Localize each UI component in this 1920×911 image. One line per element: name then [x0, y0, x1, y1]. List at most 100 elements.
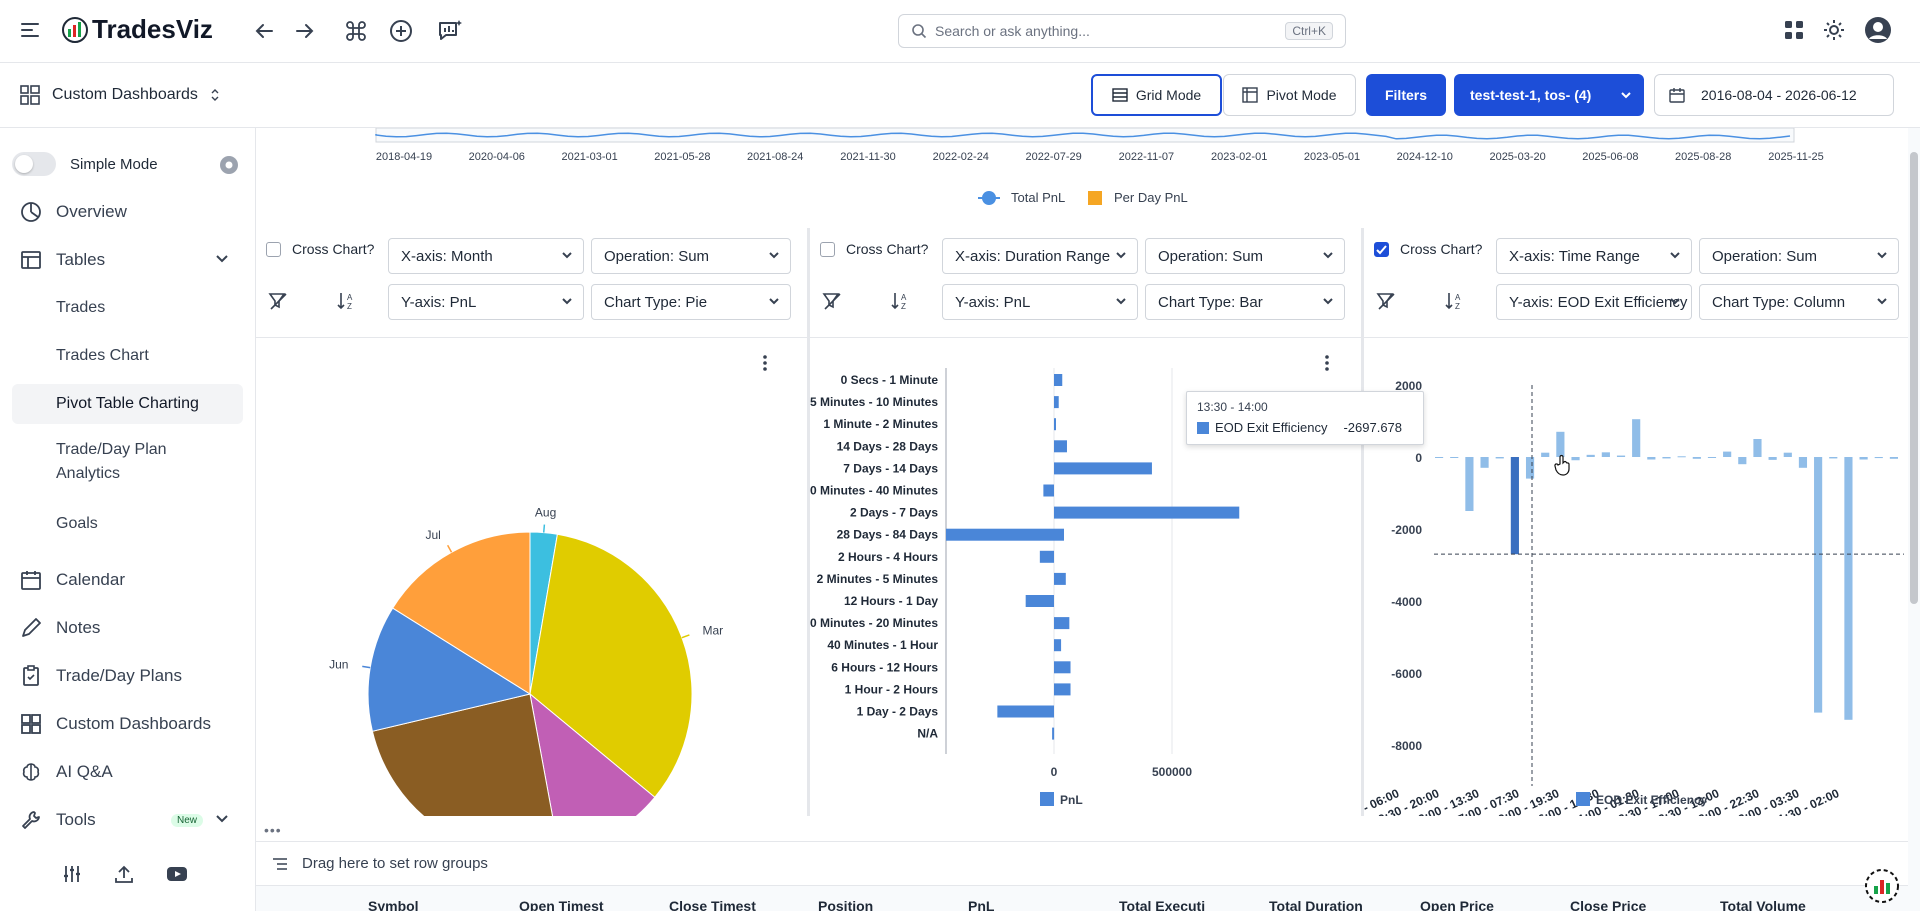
user-avatar-icon[interactable]	[1864, 16, 1892, 44]
sidebar-item-ai-qa[interactable]: AI Q&A	[12, 752, 243, 792]
scrollbar-thumb[interactable]	[1910, 152, 1918, 604]
legend-swatch	[1040, 792, 1054, 806]
tooltip-value: -2697.678	[1343, 420, 1403, 435]
grid-mode-label: Grid Mode	[1135, 87, 1202, 103]
sidebar-item-goals[interactable]: Goals	[12, 504, 243, 544]
column-header[interactable]: Close Price	[1570, 898, 1646, 911]
clipboard-icon	[23, 665, 39, 686]
sidebar-item-tables[interactable]: Tables	[12, 240, 243, 280]
ai-chat-icon[interactable]	[437, 19, 463, 43]
menu-icon[interactable]	[20, 20, 40, 40]
timeline-tick-label: 2021-03-01	[561, 151, 617, 163]
account-label: test-test-1, tos- (4)	[1470, 87, 1592, 103]
scrollbar-track[interactable]	[1908, 128, 1920, 911]
column-bar	[1859, 457, 1868, 460]
pivot-mode-button[interactable]: Pivot Mode	[1223, 74, 1356, 116]
youtube-icon[interactable]	[166, 864, 188, 884]
legend-perday-label: Per Day PnL	[1114, 190, 1188, 205]
upload-icon[interactable]	[114, 864, 134, 884]
column-header[interactable]: Total Executi	[1119, 898, 1205, 911]
timeline-tick-label: 2023-02-01	[1211, 151, 1267, 163]
legend-total-label: Total PnL	[1011, 190, 1065, 205]
dashboard-selector[interactable]: Custom Dashboards	[20, 85, 220, 105]
bar-category-label: 6 Hours - 12 Hours	[831, 660, 938, 674]
column-header[interactable]: Open Timest	[519, 898, 604, 911]
bar-category-label: 1 Hour - 2 Hours	[845, 682, 939, 696]
simple-mode-toggle[interactable]	[12, 152, 56, 176]
bar	[1054, 683, 1071, 696]
column-header[interactable]: Close Timest	[669, 898, 756, 911]
column-bar	[1495, 457, 1504, 459]
bar	[1043, 484, 1054, 497]
add-circle-icon[interactable]	[389, 19, 413, 43]
bar	[1054, 462, 1152, 475]
sidebar-item-calendar[interactable]: Calendar	[12, 560, 243, 600]
column-bar	[1450, 457, 1459, 458]
navigator-frame	[375, 128, 1795, 143]
column-bar	[1723, 451, 1732, 457]
sidebar-item-custom-dashboards[interactable]: Custom Dashboards	[12, 704, 243, 744]
column-bar	[1783, 452, 1792, 457]
sidebar-item-notes[interactable]: Notes	[12, 608, 243, 648]
sidebar-item-label: Trades Chart	[56, 347, 149, 364]
column-header[interactable]: Open Price	[1420, 898, 1494, 911]
sidebar-item-trades-chart[interactable]: Trades Chart	[12, 336, 243, 376]
grid-mode-button[interactable]: Grid Mode	[1091, 74, 1222, 116]
row-groups-dropzone[interactable]: Drag here to set row groups	[256, 841, 1920, 886]
sidebar-item-label: Custom Dashboards	[56, 714, 211, 733]
sidebar-item-tools[interactable]: Tools New	[12, 800, 243, 840]
column-header[interactable]: Symbol	[368, 898, 419, 911]
sidebar-item-trade-day-plan-analytics[interactable]: Trade/Day Plan Analytics	[12, 434, 232, 490]
bar-category-label: 14 Days - 28 Days	[837, 439, 939, 453]
account-selector[interactable]: test-test-1, tos- (4)	[1454, 74, 1644, 116]
resize-handle-dots[interactable]: •••	[264, 822, 282, 838]
settings-gear-icon[interactable]	[218, 154, 240, 176]
app-logo[interactable]: TradesViz	[62, 14, 213, 45]
sidebar-item-label: Pivot Table Charting	[56, 395, 199, 412]
sidebar: Simple Mode Overview Tables Trades Trade…	[0, 128, 256, 911]
column-bar	[1601, 452, 1610, 457]
column-header[interactable]: Total Duration	[1269, 898, 1363, 911]
column-bar	[1844, 457, 1853, 720]
apps-grid-icon[interactable]	[1783, 19, 1805, 41]
pivot-panel-2: Cross Chart? X-axis: Duration Range Oper…	[810, 228, 1364, 816]
bar	[1054, 440, 1067, 453]
bar	[946, 528, 1064, 541]
tooltip-title: 13:30 - 14:00	[1197, 400, 1268, 414]
forward-arrow-icon[interactable]	[293, 19, 317, 43]
date-range-picker[interactable]: 2016-08-04 - 2026-06-12	[1654, 74, 1894, 116]
logo-icon	[62, 16, 88, 43]
bar-category-label: N/A	[917, 727, 938, 741]
sidebar-item-overview[interactable]: Overview	[12, 192, 243, 232]
bar	[1054, 639, 1062, 652]
pie-label-connector	[362, 665, 371, 669]
bar	[1025, 595, 1054, 607]
sidebar-item-label: Tools	[56, 810, 96, 829]
dashboard-label: Custom Dashboards	[52, 86, 198, 103]
table-icon	[21, 251, 41, 269]
legend-swatch	[1576, 792, 1590, 806]
filters-button[interactable]: Filters	[1366, 74, 1446, 116]
column-header[interactable]: PnL	[968, 898, 994, 911]
sidebar-item-label: AI Q&A	[56, 762, 113, 781]
column-header[interactable]: Position	[818, 898, 873, 911]
sidebar-item-pivot-table-charting[interactable]: Pivot Table Charting	[12, 384, 243, 424]
bar-category-label: 0 Secs - 1 Minute	[841, 373, 939, 387]
help-widget-icon[interactable]	[1864, 868, 1900, 904]
sliders-icon[interactable]	[62, 864, 82, 884]
timeline-tick-label: 2021-08-24	[747, 151, 803, 163]
sidebar-item-trades[interactable]: Trades	[12, 288, 243, 328]
sidebar-item-trade-day-plans[interactable]: Trade/Day Plans	[12, 656, 243, 696]
command-icon[interactable]	[344, 19, 368, 43]
y-tick-label: -2000	[1391, 523, 1422, 537]
back-arrow-icon[interactable]	[252, 19, 276, 43]
column-header[interactable]: Total Volume	[1720, 898, 1806, 911]
table-icon	[1112, 88, 1128, 102]
column-bar	[1768, 457, 1777, 460]
bar-chart: 0 Secs - 1 Minute 5 Minutes - 10 Minutes 1…	[810, 368, 1240, 807]
theme-sun-icon[interactable]	[1823, 19, 1845, 41]
search-input[interactable]	[935, 23, 1265, 39]
column-bar	[1753, 439, 1762, 457]
search-bar[interactable]: Ctrl+K	[898, 14, 1346, 48]
legend-total-marker	[982, 191, 996, 205]
